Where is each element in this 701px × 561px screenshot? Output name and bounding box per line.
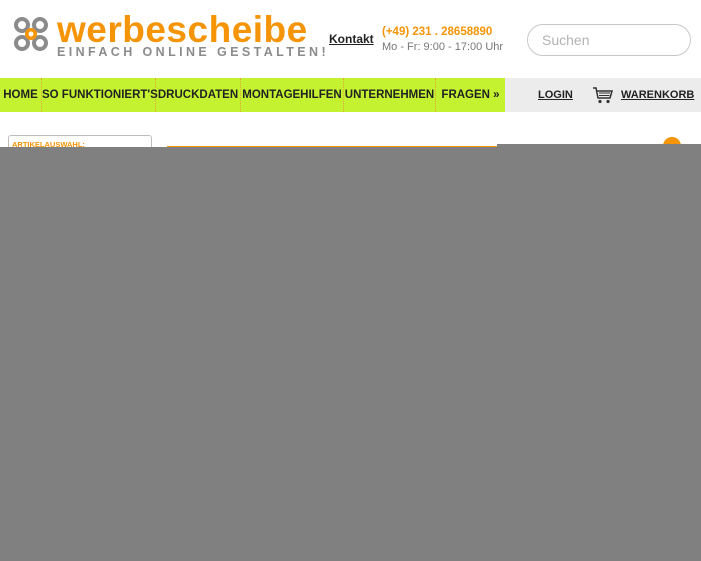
search-input[interactable] [527, 24, 691, 56]
cart-link[interactable]: WARENKORB [621, 78, 694, 112]
nav-item-druckdaten[interactable]: DRUCKDATEN [156, 78, 241, 112]
logo-slogan: EINFACH ONLINE GESTALTEN! [57, 45, 330, 59]
nav-item-fragen[interactable]: FRAGEN » [436, 78, 505, 112]
opening-hours: Mo - Fr: 9:00 - 17:00 Uhr [382, 41, 504, 53]
nav-item-unternehmen[interactable]: UNTERNEHMEN [344, 78, 436, 112]
site-header: werbescheibe EINFACH ONLINE GESTALTEN! K… [0, 0, 701, 78]
login-link[interactable]: LOGIN [538, 78, 573, 112]
cart-icon[interactable] [592, 86, 614, 104]
logo[interactable]: werbescheibe EINFACH ONLINE GESTALTEN! [13, 9, 326, 64]
nav-item-montagehilfen[interactable]: MONTAGEHILFEN [241, 78, 344, 112]
loading-overlay[interactable] [0, 147, 701, 561]
nav-item-so-funktionierts[interactable]: SO FUNKTIONIERT'S [42, 78, 158, 112]
nav-primary-bar: HOME SO FUNKTIONIERT'S DRUCKDATEN MONTAG… [0, 78, 505, 112]
nav-item-home[interactable]: HOME [0, 78, 42, 112]
phone-number: (+49) 231 . 28658890 [382, 26, 493, 38]
contact-link[interactable]: Kontakt [329, 32, 374, 46]
logo-flower-icon [14, 17, 48, 51]
